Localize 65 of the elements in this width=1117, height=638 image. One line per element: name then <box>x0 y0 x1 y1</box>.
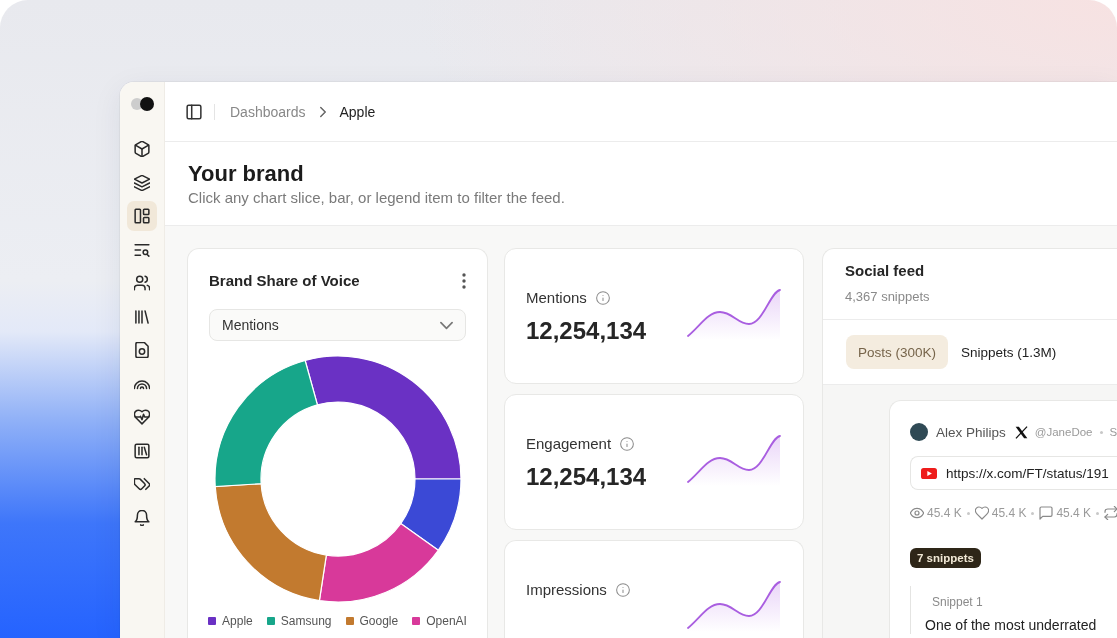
notifications-icon <box>134 509 150 526</box>
donut-slice[interactable] <box>318 523 439 603</box>
cube-icon <box>134 141 150 157</box>
legend-item[interactable]: Apple <box>208 613 253 629</box>
legend-item[interactable]: Google <box>345 613 399 629</box>
heart-pulse-icon <box>134 409 150 425</box>
donut-slice[interactable] <box>304 355 462 480</box>
page-subtitle: Click any chart slice, bar, or legend item to filter the feed. <box>188 188 566 208</box>
like-count: 45.4 K <box>991 506 1027 520</box>
feed-title: Social feed <box>845 261 926 281</box>
document-icon <box>134 342 150 358</box>
feed-tab[interactable]: Snippets (1.3M) <box>949 335 1069 369</box>
logo-icon <box>130 97 154 111</box>
dot-separator-icon <box>966 511 970 515</box>
metric-value: 12,254,134 <box>526 316 647 346</box>
snippets-badge: 7 snippets <box>910 548 981 568</box>
books-icon <box>134 308 150 325</box>
dashboard-icon <box>134 208 150 224</box>
author-handle: @JaneDoe <box>1034 426 1093 438</box>
snippet-count: 4,367 snippets <box>845 288 931 306</box>
post-meta: S <box>1109 426 1117 438</box>
x-logo-icon <box>1014 425 1028 439</box>
page-title: Your brand <box>188 160 305 188</box>
breadcrumb-link[interactable]: Apple <box>339 102 376 121</box>
post-url-link[interactable]: https://x.com/FT/status/191 <box>910 456 1117 490</box>
view-count: 45.4 K <box>927 506 962 520</box>
metric-select[interactable]: Mentions <box>209 309 466 341</box>
metric-value: 12,254,134 <box>526 462 647 492</box>
info-icon <box>615 583 630 597</box>
donut-slice[interactable] <box>214 483 327 602</box>
sidebar-item[interactable] <box>127 201 157 231</box>
layers-icon <box>134 174 150 191</box>
video-play-icon <box>921 467 937 479</box>
users-icon <box>134 275 150 291</box>
metric-label: Mentions <box>526 288 587 308</box>
info-icon <box>595 291 610 305</box>
legend-item[interactable]: OpenAI <box>412 613 467 629</box>
sidebar-panel-icon <box>186 103 202 120</box>
comment-icon <box>1039 506 1054 520</box>
donut-slice[interactable] <box>214 359 318 488</box>
metric-label: Impressions <box>526 580 607 600</box>
dot-separator-icon <box>1031 511 1035 515</box>
author-name: Alex Philips <box>936 424 1006 440</box>
heart-icon <box>974 506 989 520</box>
tags-icon <box>134 476 150 492</box>
list-search-icon <box>134 241 150 258</box>
dot-separator-icon <box>1096 511 1100 515</box>
legend-item[interactable]: Samsung <box>266 613 332 629</box>
metric-label: Engagement <box>526 434 612 454</box>
more-menu-button[interactable] <box>462 273 466 289</box>
feed-tab[interactable]: Posts (300K) <box>846 335 949 369</box>
columns-icon <box>134 442 150 459</box>
card-title: Brand Share of Voice <box>209 271 360 291</box>
avatar <box>910 423 928 441</box>
breadcrumb-link[interactable]: Dashboards <box>230 102 306 121</box>
eye-icon <box>910 506 924 520</box>
more-icon <box>462 273 466 289</box>
repost-icon <box>1104 506 1117 520</box>
snippet-text: One of the most underrated <box>925 616 1097 634</box>
snippet-label: Snippet 1 <box>932 594 983 610</box>
dot-separator-icon <box>1099 430 1103 434</box>
donut-slice[interactable] <box>399 478 462 551</box>
sidebar-toggle-button[interactable] <box>186 103 202 120</box>
comment-count: 45.4 K <box>1056 506 1092 520</box>
info-icon <box>620 437 635 451</box>
